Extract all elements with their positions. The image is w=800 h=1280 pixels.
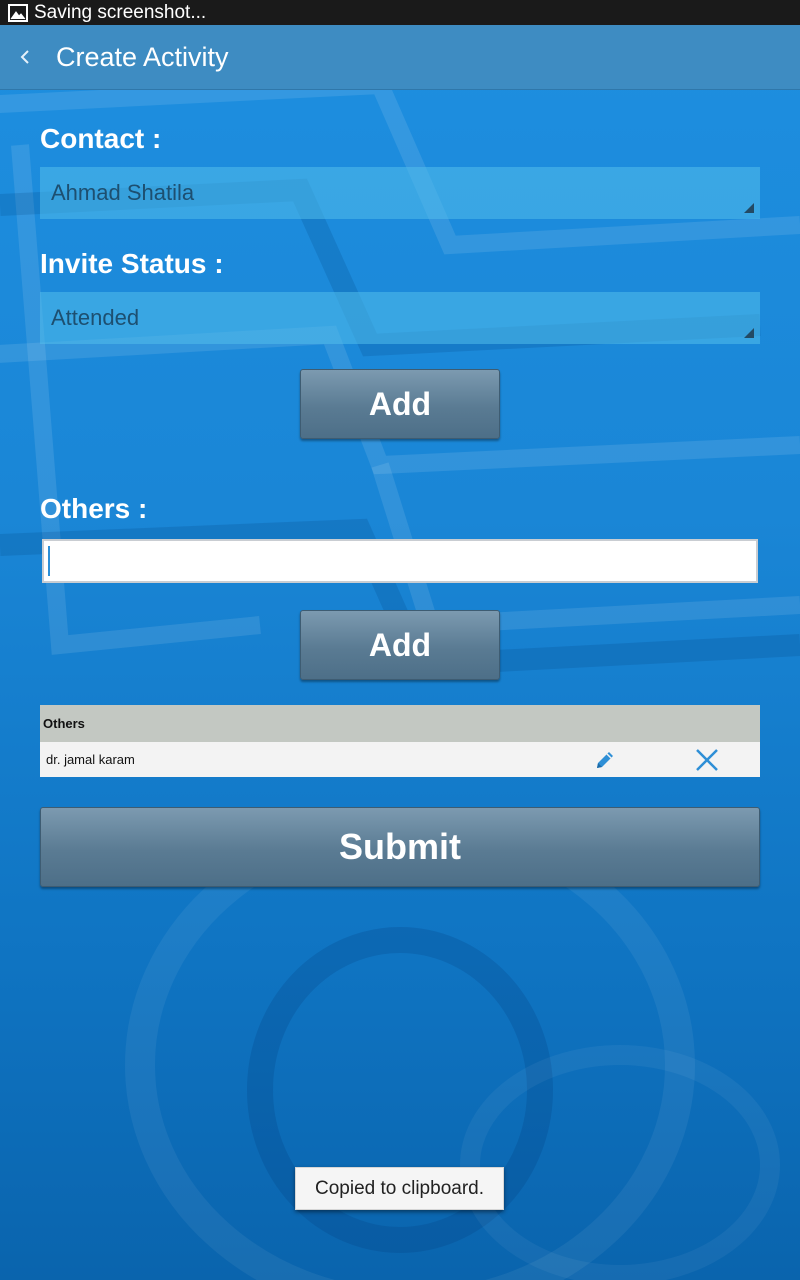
dropdown-corner-icon [744,203,754,213]
others-input[interactable] [42,539,758,583]
submit-button[interactable]: Submit [40,807,760,887]
others-label: Others : [40,493,148,524]
page-title: Create Activity [56,41,229,72]
text-caret [48,546,50,576]
pencil-icon[interactable] [593,748,617,772]
status-notification-text: Saving screenshot... [34,1,207,23]
back-button[interactable] [0,25,50,90]
chevron-left-icon [20,50,29,64]
table-header: Others [40,705,760,742]
add-others-button[interactable]: Add [300,610,500,680]
others-table: Others dr. jamal karam [40,705,760,777]
action-bar: Create Activity [0,25,800,90]
toast-message: Copied to clipboard. [295,1167,504,1210]
invite-status-label: Invite Status : [40,248,224,279]
contact-label: Contact : [40,123,162,154]
close-icon[interactable] [695,748,719,772]
status-bar: Saving screenshot... [0,0,800,25]
contact-selected-value: Ahmad Shatila [51,180,195,205]
invite-status-dropdown[interactable]: Attended [40,292,760,344]
dropdown-corner-icon [744,328,754,338]
screenshot-icon [8,3,28,22]
invite-status-selected-value: Attended [51,305,140,330]
row-name: dr. jamal karam [46,752,135,767]
add-contact-button[interactable]: Add [300,369,500,439]
table-row: dr. jamal karam [40,742,760,777]
contact-dropdown[interactable]: Ahmad Shatila [40,167,760,219]
